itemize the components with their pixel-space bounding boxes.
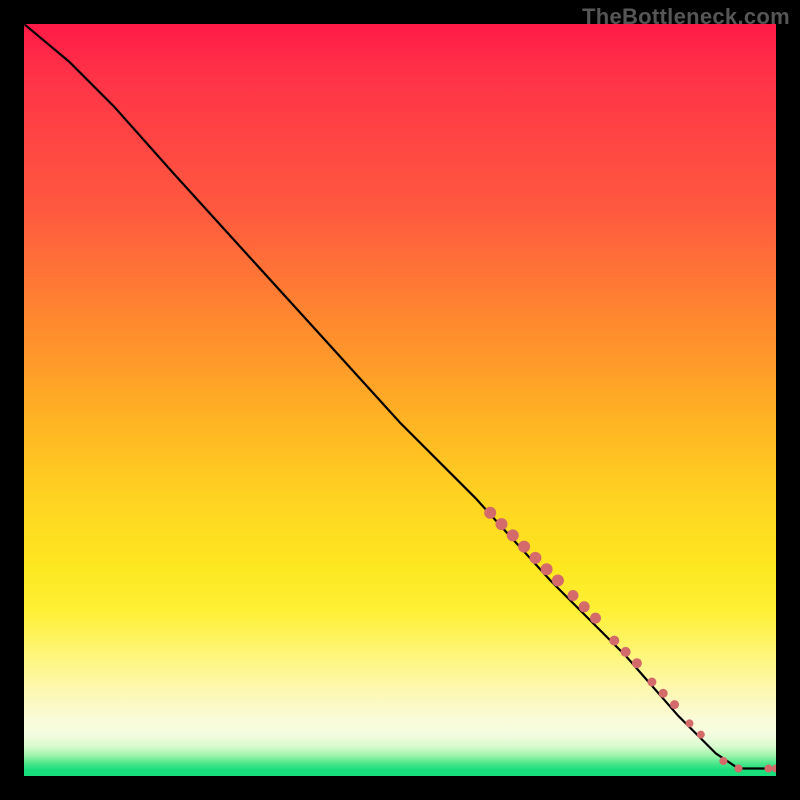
- chart-overlay: [24, 24, 776, 776]
- data-dot: [697, 731, 705, 739]
- data-dot: [552, 575, 564, 587]
- data-dot: [765, 765, 773, 773]
- data-dot: [647, 678, 656, 687]
- data-dot: [719, 757, 727, 765]
- data-dots: [484, 507, 776, 773]
- chart-frame: TheBottleneck.com: [0, 0, 800, 800]
- data-dot: [568, 590, 579, 601]
- curve-line: [24, 24, 776, 769]
- data-dot: [484, 507, 496, 519]
- data-dot: [496, 518, 508, 530]
- data-dot: [632, 658, 642, 668]
- data-dot: [670, 700, 679, 709]
- plot-area: [24, 24, 776, 776]
- data-dot: [734, 765, 742, 773]
- data-dot: [507, 529, 519, 541]
- data-dot: [579, 601, 590, 612]
- data-dot: [518, 541, 530, 553]
- data-dot: [772, 765, 776, 773]
- data-dot: [659, 689, 668, 698]
- data-dot: [590, 613, 601, 624]
- data-dot: [686, 719, 694, 727]
- data-dot: [529, 552, 541, 564]
- data-dot: [609, 636, 619, 646]
- data-dot: [541, 563, 553, 575]
- data-dot: [621, 647, 631, 657]
